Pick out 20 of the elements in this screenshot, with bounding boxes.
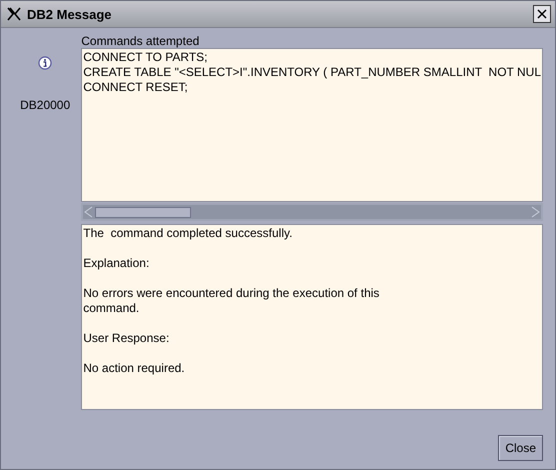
message-line: command. [83,301,140,316]
commands-text-area[interactable]: CONNECT TO PARTS; CREATE TABLE "<SELECT>I".INVENTORY ( PART_NUMBER SMALLINT NOT NUL CONNECT RESET; [81,48,543,202]
window-title: DB2 Message [27,6,113,22]
message-line: No action required. [83,361,186,376]
x-logo-icon [7,7,21,21]
commands-label: Commands attempted [81,34,200,48]
message-code: DB20000 [20,98,70,112]
message-line: No errors were encountered during the execution of this [83,286,380,301]
horizontal-scrollbar[interactable] [81,203,543,221]
message-line: Explanation: [83,256,150,271]
info-icon [38,56,52,70]
message-line: The command completed successfully. [83,226,294,241]
command-line: CONNECT RESET; [83,80,189,95]
command-line: CONNECT TO PARTS; [83,50,208,65]
scroll-right-icon[interactable] [529,206,541,218]
close-icon[interactable] [533,5,551,23]
close-button[interactable]: Close [498,435,543,461]
message-line: User Response: [83,331,170,346]
details-text-area[interactable]: The command completed successfully. Explanation: No errors were encountered during the execution of this command. User Response: No action required. [81,224,543,410]
command-line: CREATE TABLE "<SELECT>I".INVENTORY ( PART_NUMBER SMALLINT NOT NUL [83,65,541,80]
